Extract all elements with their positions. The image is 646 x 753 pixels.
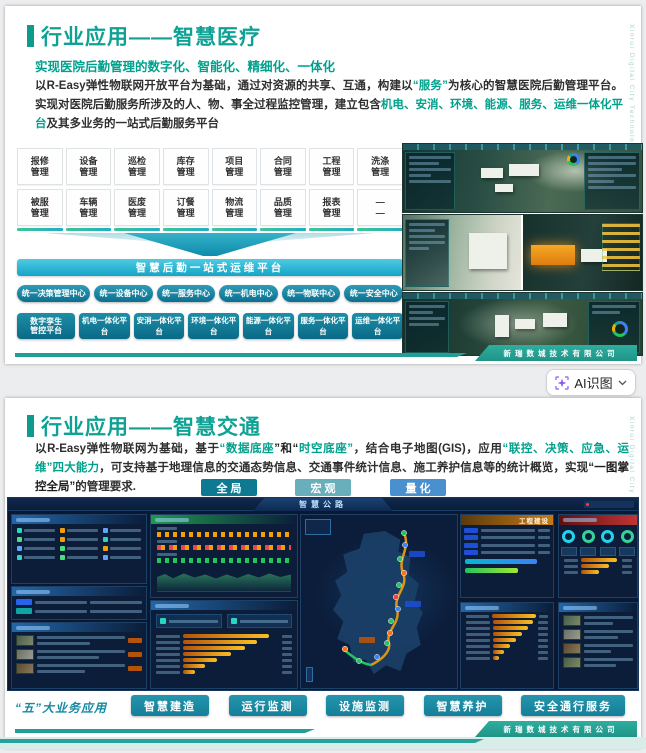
platform-button: 数字孪生 管控平台: [17, 313, 76, 339]
company-ribbon: 新瑞数城技术有限公司: [475, 345, 637, 361]
view-button-global: 全 局: [201, 479, 257, 496]
biz-button: 智慧养护: [423, 695, 502, 716]
module-cell: 品质 管理: [260, 189, 306, 226]
title-accent-bar: [27, 415, 34, 437]
biz-button: 设施监测: [326, 695, 404, 716]
platforms-row: 数字孪生 管控平台 机电一体化平台 安消一体化平台 环境一体化平台 能源一体化平台…: [17, 313, 403, 339]
panel-maintenance-stats: [150, 600, 298, 689]
center-pill: 统一安全中心: [344, 285, 404, 302]
panel-project-construction: 工程建设: [460, 514, 554, 598]
biz-button: 智慧建造: [131, 695, 209, 716]
slide-smart-healthcare: 行业应用——智慧医疗 实现医院后勤管理的数字化、智能化、精细化、一体化 以R-E…: [5, 6, 643, 364]
center-pill: 统一物联中心: [281, 285, 341, 302]
dashboard-screenshots: [402, 143, 643, 357]
module-cell: 报表 管理: [308, 189, 355, 226]
page-title: 行业应用——智慧医疗: [41, 26, 261, 49]
platform-button: 安消一体化平台: [133, 313, 185, 339]
module-cell: 医废 管理: [114, 189, 160, 226]
platform-button: 运维一体化平台: [352, 313, 403, 339]
module-cell: 报修 管理: [17, 148, 63, 185]
center-pill: 统一机电中心: [219, 285, 278, 302]
funnel-shape: [17, 233, 403, 258]
platform-banner: 智慧后勤一站式运维平台: [17, 259, 403, 276]
title-accent-bar: [27, 25, 34, 47]
panel-road-events: [558, 514, 638, 598]
center-pill: 统一服务中心: [156, 285, 216, 302]
platform-button: 能源一体化平台: [243, 313, 294, 339]
module-grid-row2: 被服 管理 车辆 管理 医废 管理 订餐 管理 物流 管理 品质 管理 报表 管理 — —: [17, 189, 403, 226]
module-cell: 工程 管理: [308, 148, 355, 185]
module-cell: 合同 管理: [260, 148, 306, 185]
platform-button: 环境一体化平台: [188, 313, 240, 339]
platform-button: 机电一体化平台: [79, 313, 130, 339]
module-cell: — —: [357, 189, 403, 226]
view-button-quantify: 量 化: [390, 479, 446, 496]
route-overlay: [341, 530, 425, 667]
panel-overview: [11, 514, 147, 584]
module-cell: 巡检 管理: [114, 148, 160, 185]
panel-safety-management: [460, 602, 554, 689]
logistics-diagram: 报修 管理 设备 管理 巡检 管理 库存 管理 项目 管理 合同 管理 工程 管理 洗涤 管理 …: [17, 148, 404, 339]
business-apps-label: “五”大业务应用: [15, 701, 108, 715]
grid-accent-bars: [17, 228, 403, 231]
module-cell: 洗涤 管理: [357, 148, 403, 185]
chevron-down-icon[interactable]: [618, 380, 627, 386]
panel-road-analysis: [150, 514, 298, 598]
bar-chart-overlay: [602, 223, 640, 271]
page-title: 行业应用——智慧交通: [41, 416, 261, 439]
module-cell: 项目 管理: [211, 148, 258, 185]
module-cell: 被服 管理: [17, 189, 63, 226]
slide-smart-transport: 行业应用——智慧交通 以R-Easy弹性物联网为基础，基于“数据底座”和“时空底…: [5, 398, 641, 748]
panel-event-photos: [558, 602, 638, 689]
gauge-row: [559, 525, 637, 543]
footer-line: [15, 353, 467, 357]
gauge-ring: [612, 321, 628, 337]
unified-centers-row: 统一决策管理中心 统一设备中心 统一服务中心 统一机电中心 统一物联中心 统一安…: [17, 285, 404, 302]
biz-button: 运行监测: [228, 695, 307, 716]
footer-line: [15, 729, 315, 733]
panel-route-status: [11, 586, 147, 620]
next-slide-edge-band: [0, 737, 646, 749]
module-cell: 设备 管理: [65, 148, 112, 185]
smart-highway-dashboard: 智慧公路 工程建设: [7, 497, 639, 691]
center-pill: 统一设备中心: [94, 285, 153, 302]
dashboard-datetime-chip: [584, 501, 634, 508]
slide-subtitle: 实现医院后勤管理的数字化、智能化、精细化、一体化: [35, 60, 336, 74]
screenshot-building-model: [402, 214, 643, 291]
biz-button: 安全通行服务: [521, 695, 625, 716]
business-buttons-row: 智慧建造 运行监测 设施监测 智慧养护 安全通行服务: [131, 695, 625, 716]
ai-recognize-button[interactable]: AI识图: [546, 369, 636, 396]
ai-button-label: AI识图: [574, 376, 613, 391]
panel-event-list: [11, 622, 147, 689]
highlighted-building: [531, 245, 575, 265]
company-ribbon: 新瑞数城技术有限公司: [475, 721, 637, 737]
module-cell: 库存 管理: [162, 148, 209, 185]
highway-map: [300, 514, 458, 689]
ai-sparkle-icon: [555, 375, 569, 390]
platform-button: 服务一体化平台: [297, 313, 349, 339]
module-cell: 订餐 管理: [162, 189, 209, 226]
module-cell: 车辆 管理: [65, 189, 112, 226]
gauge-ring: [567, 153, 580, 166]
slide-paragraph: 以R-Easy弹性物联网开放平台为基础，通过对资源的共享、互通，构建以“服务”为…: [35, 80, 624, 130]
module-cell: 物流 管理: [211, 189, 258, 226]
module-grid-row1: 报修 管理 设备 管理 巡检 管理 库存 管理 项目 管理 合同 管理 工程 管理 洗涤 管理: [17, 148, 403, 185]
screenshot-hospital-aerial: [402, 143, 643, 213]
dashboard-title: 智慧公路: [253, 498, 393, 511]
view-button-macro: 宏 观: [295, 479, 351, 496]
center-pill: 统一决策管理中心: [17, 285, 91, 302]
area-chart: [157, 573, 291, 592]
